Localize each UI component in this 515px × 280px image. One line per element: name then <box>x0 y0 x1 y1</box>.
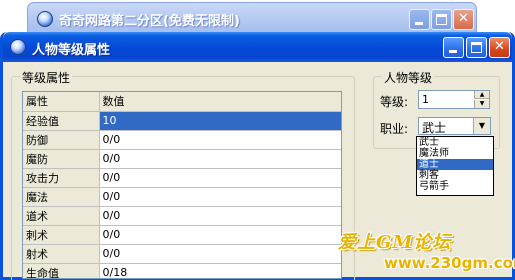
minimize-icon <box>449 50 457 53</box>
watermark-url: www.230gm.com <box>384 254 515 272</box>
class-option[interactable]: 道士 <box>417 159 493 170</box>
close-button[interactable]: ✕ <box>453 9 474 30</box>
class-option[interactable]: 武士 <box>417 137 493 148</box>
class-dropdown-list[interactable]: 武士 魔法师 道士 刺客 弓箭手 <box>416 136 494 196</box>
attribute-value[interactable]: 10 <box>99 111 341 131</box>
grid-header-row: 属性 数值 <box>23 92 341 112</box>
attribute-value[interactable]: 0/0 <box>99 244 341 264</box>
attribute-name: 攻击力 <box>23 168 100 188</box>
close-icon: ✕ <box>494 39 505 54</box>
minimize-button[interactable] <box>443 37 464 58</box>
attribute-name: 经验值 <box>23 111 100 131</box>
class-option[interactable]: 刺客 <box>417 170 493 181</box>
minimize-icon <box>415 22 423 25</box>
attribute-name: 射术 <box>23 244 100 264</box>
table-row[interactable]: 刺术 0/0 <box>23 225 341 245</box>
attribute-name: 刺术 <box>23 225 100 245</box>
attribute-value[interactable]: 0/0 <box>99 130 341 150</box>
class-select[interactable]: 武士 ▼ <box>418 117 491 135</box>
attribute-name: 魔防 <box>23 149 100 169</box>
dialog-title: 人物等级属性 <box>32 43 111 58</box>
spin-up-icon[interactable]: ▲ <box>474 91 489 99</box>
minimize-button[interactable] <box>409 9 430 30</box>
table-row[interactable]: 攻击力 0/0 <box>23 168 341 188</box>
table-row[interactable]: 生命值 0/18 <box>23 263 341 278</box>
table-row[interactable]: 道术 0/0 <box>23 206 341 226</box>
close-button[interactable]: ✕ <box>489 37 510 58</box>
grid-header-key: 属性 <box>23 92 100 112</box>
table-row[interactable]: 经验值 10 <box>23 111 341 131</box>
level-stepper[interactable]: 1 ▲ ▼ <box>418 90 490 109</box>
class-option[interactable]: 弓箭手 <box>417 181 493 192</box>
attribute-value[interactable]: 0/0 <box>99 225 341 245</box>
level-group-label: 人物等级 <box>382 69 435 86</box>
close-icon: ✕ <box>458 11 469 26</box>
table-row[interactable]: 射术 0/0 <box>23 244 341 264</box>
attribute-value[interactable]: 0/0 <box>99 206 341 226</box>
maximize-button[interactable] <box>431 9 452 30</box>
class-label: 职业: <box>380 122 409 136</box>
attribute-value[interactable]: 0/0 <box>99 149 341 169</box>
attribute-name: 防御 <box>23 130 100 150</box>
class-option[interactable]: 魔法师 <box>417 148 493 159</box>
dialog-titlebar[interactable]: 人物等级属性 ✕ <box>3 32 512 62</box>
attributes-grid[interactable]: 属性 数值 经验值 10 防御 0/0 魔防 0/0 攻击力 0/0 魔法 0/… <box>22 91 342 279</box>
table-row[interactable]: 魔防 0/0 <box>23 149 341 169</box>
table-row[interactable]: 魔法 0/0 <box>23 187 341 207</box>
spin-down-icon[interactable]: ▼ <box>474 100 489 108</box>
background-window-title: 奇奇网路第二分区(免费无限制) <box>59 14 240 29</box>
attribute-name: 道术 <box>23 206 100 226</box>
maximize-icon <box>471 42 482 53</box>
attribute-value[interactable]: 0/0 <box>99 187 341 207</box>
class-selected-value: 武士 <box>422 121 447 135</box>
attribute-name: 魔法 <box>23 187 100 207</box>
level-value[interactable]: 1 <box>422 93 429 106</box>
grid-header-value: 数值 <box>99 92 341 112</box>
table-row[interactable]: 防御 0/0 <box>23 130 341 150</box>
watermark-title: 爱上GM论坛 <box>338 232 452 253</box>
app-icon <box>10 39 26 55</box>
maximize-icon <box>436 14 447 25</box>
maximize-button[interactable] <box>466 37 487 58</box>
attributes-group-label: 等级属性 <box>20 69 73 86</box>
chevron-down-icon[interactable]: ▼ <box>473 118 490 134</box>
level-label: 等级: <box>380 95 409 109</box>
attribute-value[interactable]: 0/0 <box>99 168 341 188</box>
app-icon <box>37 11 53 27</box>
attribute-name: 生命值 <box>23 263 100 278</box>
attribute-value[interactable]: 0/18 <box>99 263 341 278</box>
